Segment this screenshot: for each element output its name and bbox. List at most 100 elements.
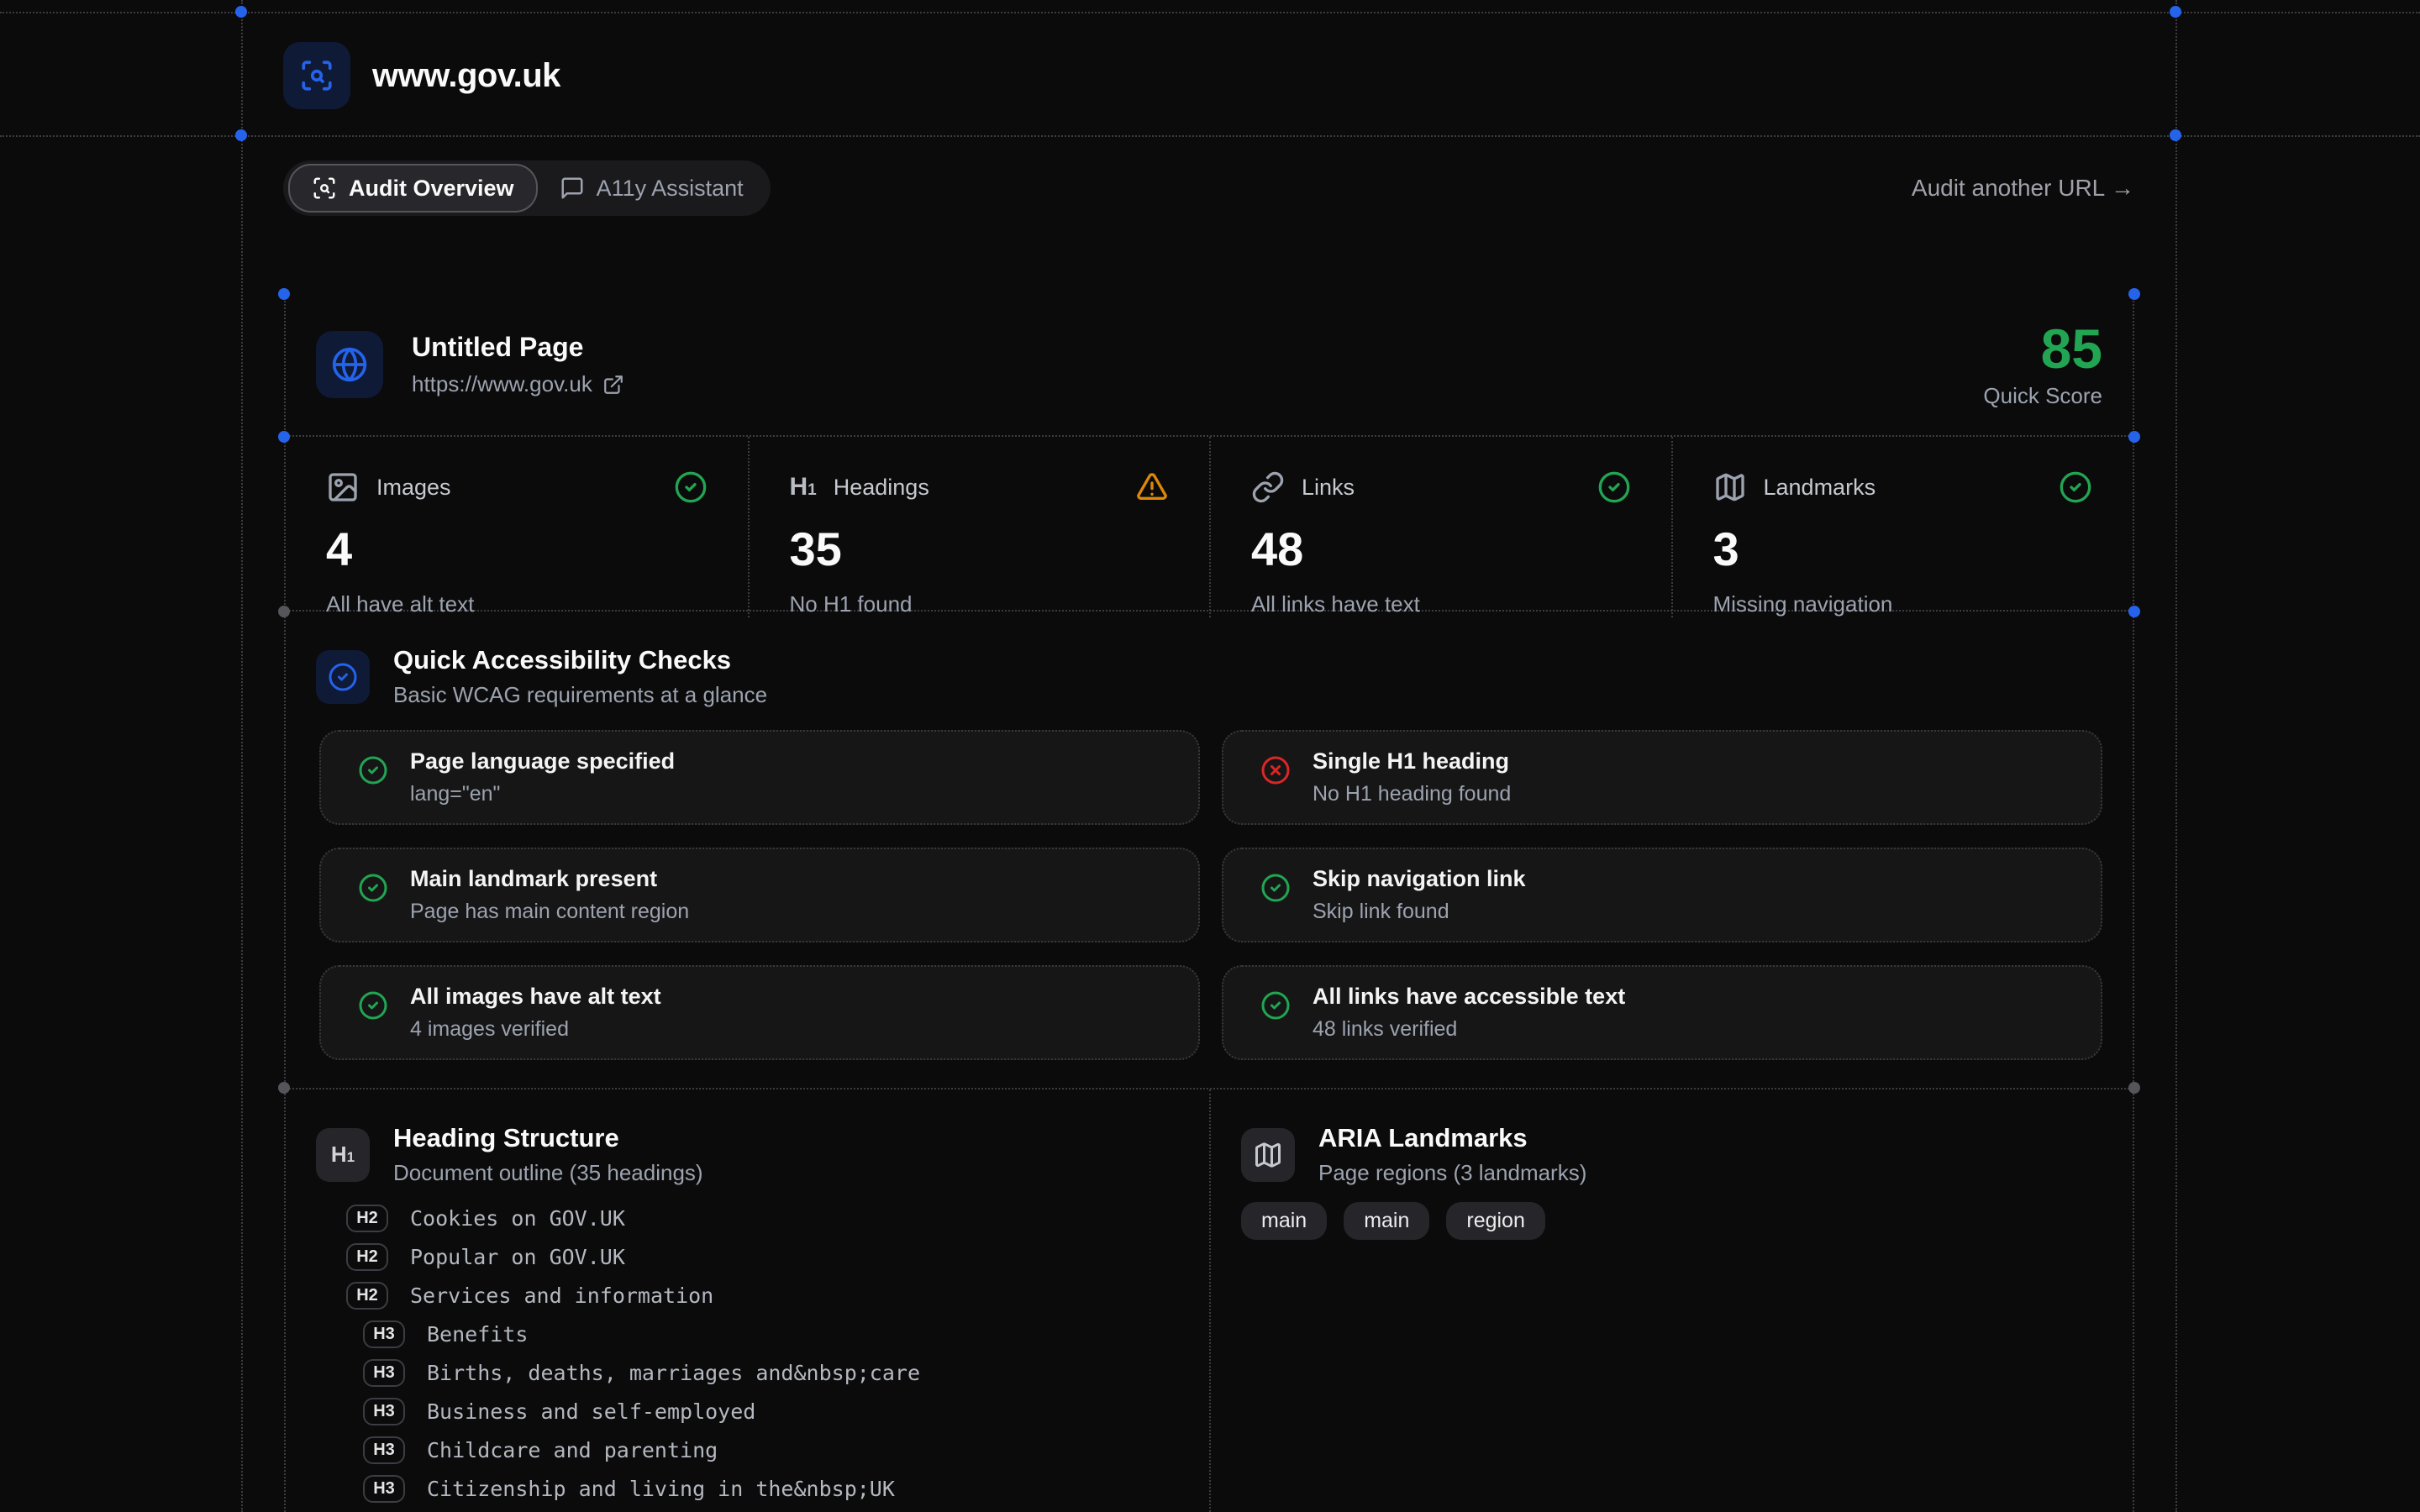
- heading-item: H3 Births, deaths, marriages and&nbsp;ca…: [286, 1353, 1209, 1392]
- bottom-section: H1 Heading Structure Document outline (3…: [286, 1088, 2133, 1512]
- stat-value: 4: [326, 526, 708, 573]
- landmark-badges: main main region: [1241, 1202, 1545, 1240]
- heading-text: Business and self-employed: [427, 1399, 755, 1424]
- guide-line: [0, 12, 2420, 13]
- heading-text: Births, deaths, marriages and&nbsp;care: [427, 1361, 920, 1385]
- audit-another-url-link[interactable]: Audit another URL →: [1912, 175, 2134, 202]
- guide-dot: [278, 1082, 290, 1094]
- heading-item: H2 Popular on GOV.UK: [286, 1237, 1209, 1276]
- stat-value: 48: [1251, 526, 1631, 573]
- guide-line: [0, 135, 2420, 137]
- section-icon: H1: [316, 1128, 370, 1182]
- circle-check-icon: [358, 755, 388, 785]
- audit-card: Untitled Page https://www.gov.uk 85 Quic…: [284, 294, 2134, 1512]
- check-title: Single H1 heading: [1313, 748, 1511, 774]
- check-card: Single H1 heading No H1 heading found: [1222, 730, 2102, 825]
- stats-row: Images 4 All have alt text H1 Headings: [286, 437, 2133, 612]
- heading-item: H3 Benefits: [286, 1315, 1209, 1353]
- quick-score-value: 85: [1983, 321, 2102, 376]
- guide-dot: [278, 431, 290, 443]
- check-status-icon: [358, 990, 388, 1021]
- heading-level-badge: H3: [363, 1398, 405, 1425]
- aria-landmarks-panel: ARIA Landmarks Page regions (3 landmarks…: [1211, 1089, 2133, 1512]
- guide-dot: [2128, 606, 2140, 617]
- link-icon: [1251, 470, 1285, 504]
- h1-icon: H1: [790, 473, 817, 501]
- stat-value: 35: [790, 526, 1170, 573]
- check-status-icon: [1260, 990, 1291, 1021]
- tab-a11y-assistant[interactable]: A11y Assistant: [538, 165, 765, 211]
- heading-level-badge: H2: [346, 1243, 388, 1271]
- check-card: Main landmark present Page has main cont…: [319, 848, 1200, 942]
- check-card: All links have accessible text 48 links …: [1222, 965, 2102, 1060]
- check-detail: Skip link found: [1313, 900, 1526, 924]
- page-url-text: https://www.gov.uk: [412, 371, 592, 397]
- quick-score-label: Quick Score: [1983, 383, 2102, 409]
- check-status-icon: [358, 755, 388, 785]
- app-header: www.gov.uk: [283, 42, 560, 109]
- section-icon: [316, 650, 370, 704]
- check-detail: 48 links verified: [1313, 1017, 1625, 1042]
- app-logo: [283, 42, 350, 109]
- stat-label: Links: [1302, 475, 1355, 501]
- guide-dot: [235, 129, 247, 141]
- guide-dot: [2128, 288, 2140, 300]
- circle-check-icon: [1260, 990, 1291, 1021]
- heading-text: Benefits: [427, 1322, 528, 1347]
- check-detail: lang="en": [410, 782, 675, 806]
- heading-item: H3 Citizenship and living in the&nbsp;UK: [286, 1469, 1209, 1508]
- guide-dot: [278, 288, 290, 300]
- guide-line: [241, 0, 243, 1512]
- triangle-alert-icon: [1135, 470, 1169, 504]
- heading-item: H2 Cookies on GOV.UK: [286, 1199, 1209, 1237]
- circle-check-icon: [1597, 470, 1631, 504]
- site-title: www.gov.uk: [372, 57, 560, 95]
- tab-label: A11y Assistant: [597, 176, 744, 202]
- check-title: Main landmark present: [410, 866, 689, 892]
- scan-search-icon: [312, 176, 337, 201]
- heading-level-badge: H2: [346, 1205, 388, 1232]
- external-link-icon[interactable]: [602, 374, 624, 396]
- status-icon: [2059, 470, 2092, 504]
- message-icon: [560, 176, 585, 201]
- status-icon: [1597, 470, 1631, 504]
- heading-item: H3 Business and self-employed: [286, 1392, 1209, 1431]
- page-title: Untitled Page: [412, 332, 624, 363]
- heading-level-badge: H3: [363, 1475, 405, 1503]
- section-icon: [1241, 1128, 1295, 1182]
- tab-audit-overview[interactable]: Audit Overview: [288, 164, 538, 213]
- check-card: Skip navigation link Skip link found: [1222, 848, 2102, 942]
- heading-item: H2 Services and information: [286, 1276, 1209, 1315]
- check-title: Page language specified: [410, 748, 675, 774]
- check-card: Page language specified lang="en": [319, 730, 1200, 825]
- page-favicon: [316, 331, 383, 398]
- heading-text: Childcare and parenting: [427, 1438, 718, 1462]
- check-status-icon: [1260, 873, 1291, 903]
- heading-level-badge: H2: [346, 1282, 388, 1310]
- section-subtitle: Document outline (35 headings): [393, 1160, 703, 1186]
- guide-dot: [2170, 129, 2181, 141]
- landmark-badge: region: [1446, 1202, 1545, 1240]
- section-title: Quick Accessibility Checks: [393, 645, 767, 675]
- tab-group: Audit Overview A11y Assistant: [283, 160, 771, 216]
- scan-search-icon: [299, 58, 334, 93]
- circle-check-icon: [674, 470, 708, 504]
- check-grid: Page language specified lang="en" Single…: [319, 730, 2102, 1060]
- circle-check-icon: [1260, 873, 1291, 903]
- map-icon: [1253, 1140, 1283, 1170]
- heading-text: Cookies on GOV.UK: [410, 1206, 625, 1231]
- guide-dot: [2128, 431, 2140, 443]
- map-icon: [1713, 470, 1747, 504]
- image-icon: [326, 470, 360, 504]
- heading-item: H3 Childcare and parenting: [286, 1431, 1209, 1469]
- guide-dot: [278, 606, 290, 617]
- guide-dot: [2170, 6, 2181, 18]
- stat-card-landmarks: Landmarks 3 Missing navigation: [1671, 437, 2133, 617]
- check-title: All links have accessible text: [1313, 984, 1625, 1010]
- page-url: https://www.gov.uk: [412, 371, 624, 397]
- stat-card-headings: H1 Headings 35 No H1 found: [748, 437, 1210, 617]
- heading-text: Popular on GOV.UK: [410, 1245, 625, 1269]
- circle-x-icon: [1260, 755, 1291, 785]
- section-title: ARIA Landmarks: [1318, 1123, 1586, 1153]
- tab-label: Audit Overview: [349, 176, 514, 202]
